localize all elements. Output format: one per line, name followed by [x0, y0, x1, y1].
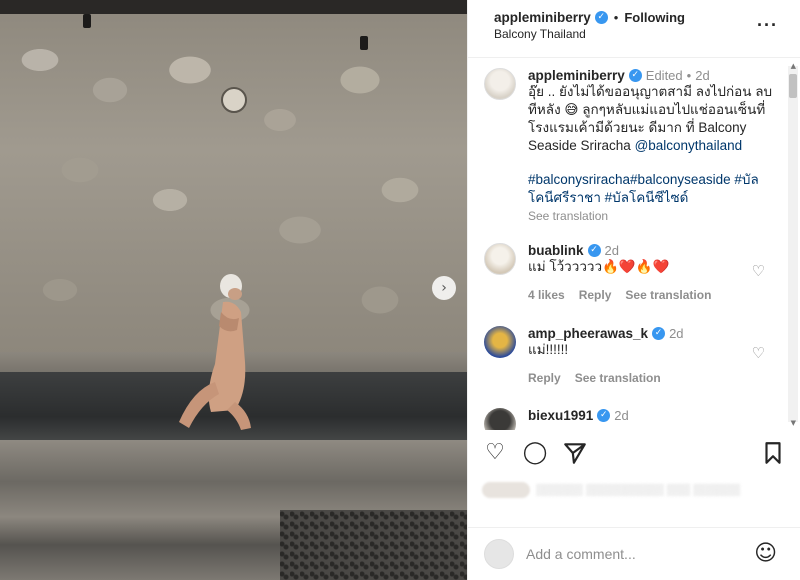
liked-by-row-blurred: ▒▒▒▒▒▒ ▒▒▒▒▒▒▒▒▒▒ ▒▒▒ ▒▒▒▒▒▒: [482, 476, 782, 504]
reply-button[interactable]: Reply: [579, 288, 612, 302]
see-translation-link[interactable]: See translation: [528, 209, 776, 223]
caption-username[interactable]: appleminiberry: [528, 68, 625, 83]
comment-item: buablink ✓ 2d แม่ โว้ววววว🔥❤️🔥❤️ 4 likes…: [484, 243, 776, 302]
scroll-down-arrow-icon[interactable]: ▼: [791, 419, 796, 427]
following-button[interactable]: Following: [624, 10, 685, 25]
scrollbar-track[interactable]: [788, 66, 798, 422]
comment-username[interactable]: buablink: [528, 243, 584, 258]
comment-text: แม่!!!!!!: [528, 342, 569, 357]
scrollbar-thumb[interactable]: [789, 74, 797, 98]
reply-button[interactable]: Reply: [528, 371, 561, 385]
add-comment-input[interactable]: Add a comment...: [526, 546, 636, 562]
spotlight: [83, 14, 91, 28]
comment-item: amp_pheerawas_k ✓ 2d แม่!!!!!! Reply See…: [484, 326, 776, 385]
likes-count[interactable]: 4 likes: [528, 288, 565, 302]
emoji-smile-icon[interactable]: ☺: [754, 541, 777, 566]
caption-line: อุ๊ย .. ยังไม่ได้ขออนุญาตสามี ลงไปก่อน ล…: [528, 84, 773, 99]
like-heart-icon[interactable]: ♡: [482, 440, 508, 466]
more-horizontal-icon[interactable]: ···: [757, 15, 778, 36]
avatar[interactable]: [484, 243, 516, 275]
post-photo: ›: [0, 0, 467, 580]
carousel-next-button[interactable]: ›: [432, 276, 456, 300]
caption-text: อุ๊ย .. ยังไม่ได้ขออนุญาตสามี ลงไปก่อน ล…: [528, 83, 776, 155]
scroll-up-arrow-icon[interactable]: ▲: [791, 62, 796, 70]
comment-time[interactable]: 2d: [605, 243, 619, 258]
separator-dot: •: [613, 10, 619, 25]
comment-time[interactable]: 2d: [614, 408, 628, 423]
spotlight: [360, 36, 368, 50]
like-comment-heart-icon[interactable]: ♡: [752, 344, 765, 362]
comment-item: biexu1991 ✓ 2d: [484, 408, 776, 430]
comment-username[interactable]: amp_pheerawas_k: [528, 326, 648, 341]
verified-badge-icon: ✓: [597, 409, 611, 422]
verified-badge-icon: ✓: [628, 69, 642, 82]
share-paper-plane-icon[interactable]: [562, 440, 588, 466]
comment-actions: 4 likes Reply See translation: [528, 288, 776, 302]
hashtags: #balconysriracha#balconyseaside #บัล โคน…: [528, 171, 776, 207]
comment-content: amp_pheerawas_k ✓ 2d แม่!!!!!! Reply See…: [528, 326, 776, 385]
post-action-bar: ♡ ◯: [468, 432, 800, 478]
see-translation-link[interactable]: See translation: [625, 288, 711, 302]
avatar[interactable]: [484, 326, 516, 358]
comment-text: แม่ โว้ววววว🔥❤️🔥❤️: [528, 259, 670, 274]
post-header-top: appleminiberry ✓ • Following: [494, 10, 685, 25]
wall-clock: [221, 87, 247, 113]
person-figure: [179, 274, 251, 430]
verified-badge-icon: ✓: [587, 244, 601, 257]
post-username[interactable]: appleminiberry: [494, 10, 591, 25]
pebbles: [280, 510, 467, 580]
post-modal: › appleminiberry ✓ • Following Balcony T…: [0, 0, 800, 580]
like-comment-heart-icon[interactable]: ♡: [752, 262, 765, 280]
post-sidebar: appleminiberry ✓ • Following Balcony Tha…: [467, 0, 800, 580]
comment-username[interactable]: biexu1991: [528, 408, 593, 423]
verified-badge-icon: ✓: [594, 11, 608, 24]
verified-badge-icon: ✓: [652, 327, 666, 340]
hashtag-line[interactable]: โคนีศรีราชา #บัลโคนีซีไซด์: [528, 189, 776, 207]
caption-line: Seaside Sriracha @balconythailand: [528, 137, 776, 155]
mention-link[interactable]: @balconythailand: [635, 138, 743, 153]
caption-meta-row: appleminiberry ✓ Edited • 2d: [528, 68, 776, 83]
comment-meta-row: buablink ✓ 2d: [528, 243, 776, 258]
caption-item: appleminiberry ✓ Edited • 2d อุ๊ย .. ยัง…: [484, 68, 776, 223]
bookmark-icon[interactable]: [760, 440, 786, 466]
comment-meta-row: biexu1991 ✓ 2d: [528, 408, 776, 423]
edited-label: Edited: [645, 68, 683, 83]
avatar[interactable]: [484, 408, 516, 430]
caption-line-text: Seaside Sriracha: [528, 138, 635, 153]
caption-line: โรงแรมเค้ามีด้วยนะ ดีมาก ที่ Balcony: [528, 120, 747, 135]
hashtag-line[interactable]: #balconysriracha#balconyseaside #บัล: [528, 171, 776, 189]
comment-actions: Reply See translation: [528, 371, 776, 385]
chevron-right-icon: ›: [441, 280, 447, 296]
avatar[interactable]: [484, 68, 516, 100]
post-location[interactable]: Balcony Thailand: [494, 27, 586, 41]
post-header: appleminiberry ✓ • Following Balcony Tha…: [468, 0, 800, 58]
comment-bubble-icon[interactable]: ◯: [522, 440, 548, 466]
caption-content: appleminiberry ✓ Edited • 2d อุ๊ย .. ยัง…: [528, 68, 776, 223]
separator-dot: •: [686, 68, 692, 83]
comment-content: buablink ✓ 2d แม่ โว้ววววว🔥❤️🔥❤️ 4 likes…: [528, 243, 776, 302]
comments-scroll-area[interactable]: appleminiberry ✓ Edited • 2d อุ๊ย .. ยัง…: [468, 58, 800, 430]
see-translation-link[interactable]: See translation: [575, 371, 661, 385]
comment-content: biexu1991 ✓ 2d: [528, 408, 776, 430]
liked-by-text-blurred: ▒▒▒▒▒▒ ▒▒▒▒▒▒▒▒▒▒ ▒▒▒ ▒▒▒▒▒▒: [536, 484, 741, 496]
comment-time[interactable]: 2d: [669, 326, 683, 341]
current-user-avatar: [484, 539, 514, 569]
add-comment-bar: Add a comment... ☺: [468, 527, 800, 580]
caption-time[interactable]: 2d: [695, 68, 709, 83]
caption-line: ทีหลัง 😅 ลูกๆหลับแม่แอบไปแช่ออนเซ็นที่: [528, 102, 766, 117]
comment-meta-row: amp_pheerawas_k ✓ 2d: [528, 326, 776, 341]
ceiling: [0, 0, 467, 14]
liked-by-avatars-blurred: [482, 482, 530, 498]
